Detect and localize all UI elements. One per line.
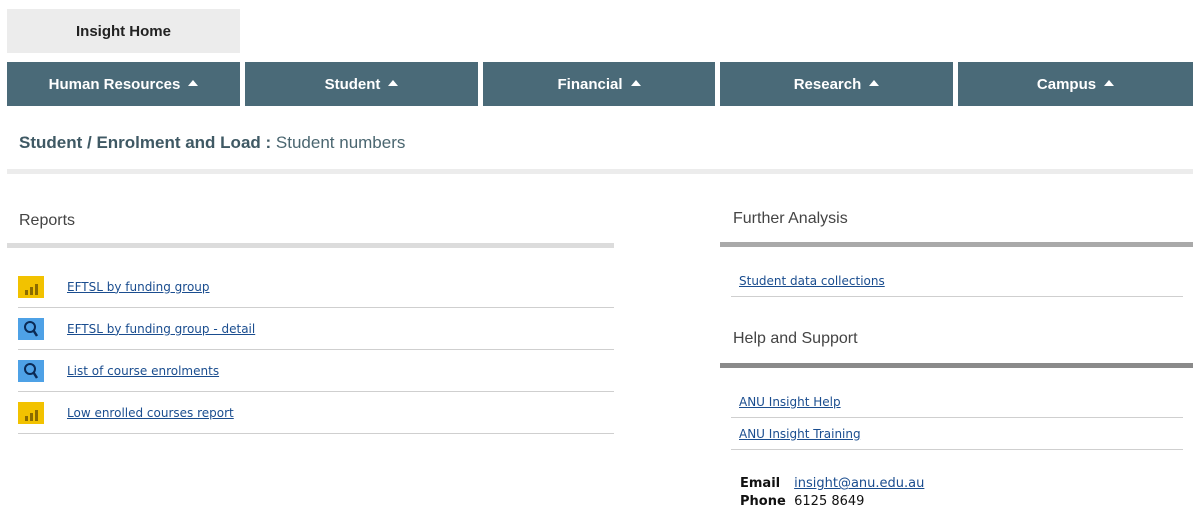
bar-chart-icon (18, 275, 44, 298)
report-link[interactable]: Low enrolled courses report (67, 406, 234, 420)
main-nav: Human Resources Student Financial Resear… (7, 62, 1193, 106)
nav-label: Student (324, 75, 381, 93)
list-item[interactable]: ANU Insight Training (731, 418, 1183, 450)
breadcrumb-divider (7, 169, 1193, 174)
further-analysis-divider (720, 242, 1193, 247)
help-support-heading: Help and Support (733, 330, 858, 347)
breadcrumb-path: Student / Enrolment and Load : (19, 133, 272, 152)
nav-label: Human Resources (48, 75, 181, 93)
insight-home-label: Insight Home (75, 22, 171, 40)
nav-student[interactable]: Student (245, 62, 478, 106)
search-icon (18, 317, 44, 340)
caret-up-icon (388, 80, 399, 86)
nav-label: Research (793, 75, 862, 93)
nav-label: Campus (1036, 75, 1097, 93)
help-support-list: ANU Insight Help ANU Insight Training (731, 386, 1183, 450)
bar-chart-icon (18, 401, 44, 424)
list-item[interactable]: ANU Insight Help (731, 386, 1183, 418)
report-item[interactable]: Low enrolled courses report (18, 392, 614, 434)
phone-row: Phone 6125 8649 (740, 493, 924, 511)
help-support-divider (720, 363, 1193, 368)
email-label: Email (740, 476, 781, 491)
report-link[interactable]: EFTSL by funding group (67, 280, 210, 294)
nav-human-resources[interactable]: Human Resources (7, 62, 240, 106)
report-item[interactable]: List of course enrolments (18, 350, 614, 392)
phone-label: Phone (740, 494, 786, 509)
breadcrumb: Student / Enrolment and Load : Student n… (19, 133, 405, 153)
report-item[interactable]: EFTSL by funding group (18, 266, 614, 308)
reports-heading: Reports (19, 212, 76, 229)
search-icon (18, 359, 44, 382)
email-row: Email insight@anu.edu.au (740, 475, 924, 493)
nav-label: Financial (557, 75, 623, 93)
nav-campus[interactable]: Campus (958, 62, 1193, 106)
further-analysis-list: Student data collections (731, 265, 1183, 297)
further-analysis-heading: Further Analysis (733, 210, 848, 227)
insight-help-link[interactable]: ANU Insight Help (739, 395, 841, 409)
report-link[interactable]: EFTSL by funding group - detail (67, 322, 255, 336)
student-data-collections-link[interactable]: Student data collections (739, 274, 885, 288)
page-title: Student numbers (275, 133, 406, 152)
caret-up-icon (188, 80, 199, 86)
nav-financial[interactable]: Financial (483, 62, 715, 106)
reports-list: EFTSL by funding group EFTSL by funding … (18, 266, 614, 434)
email-link[interactable]: insight@anu.edu.au (794, 476, 924, 491)
list-item[interactable]: Student data collections (731, 265, 1183, 297)
nav-research[interactable]: Research (720, 62, 953, 106)
caret-up-icon (869, 80, 880, 86)
caret-up-icon (1104, 80, 1115, 86)
contact-info: Email insight@anu.edu.au Phone 6125 8649 (740, 475, 924, 511)
caret-up-icon (630, 80, 641, 86)
phone-number: 6125 8649 (794, 494, 865, 509)
report-link[interactable]: List of course enrolments (67, 364, 219, 378)
insight-training-link[interactable]: ANU Insight Training (739, 427, 861, 441)
report-item[interactable]: EFTSL by funding group - detail (18, 308, 614, 350)
reports-divider (7, 243, 614, 248)
insight-home-tab[interactable]: Insight Home (7, 9, 240, 53)
